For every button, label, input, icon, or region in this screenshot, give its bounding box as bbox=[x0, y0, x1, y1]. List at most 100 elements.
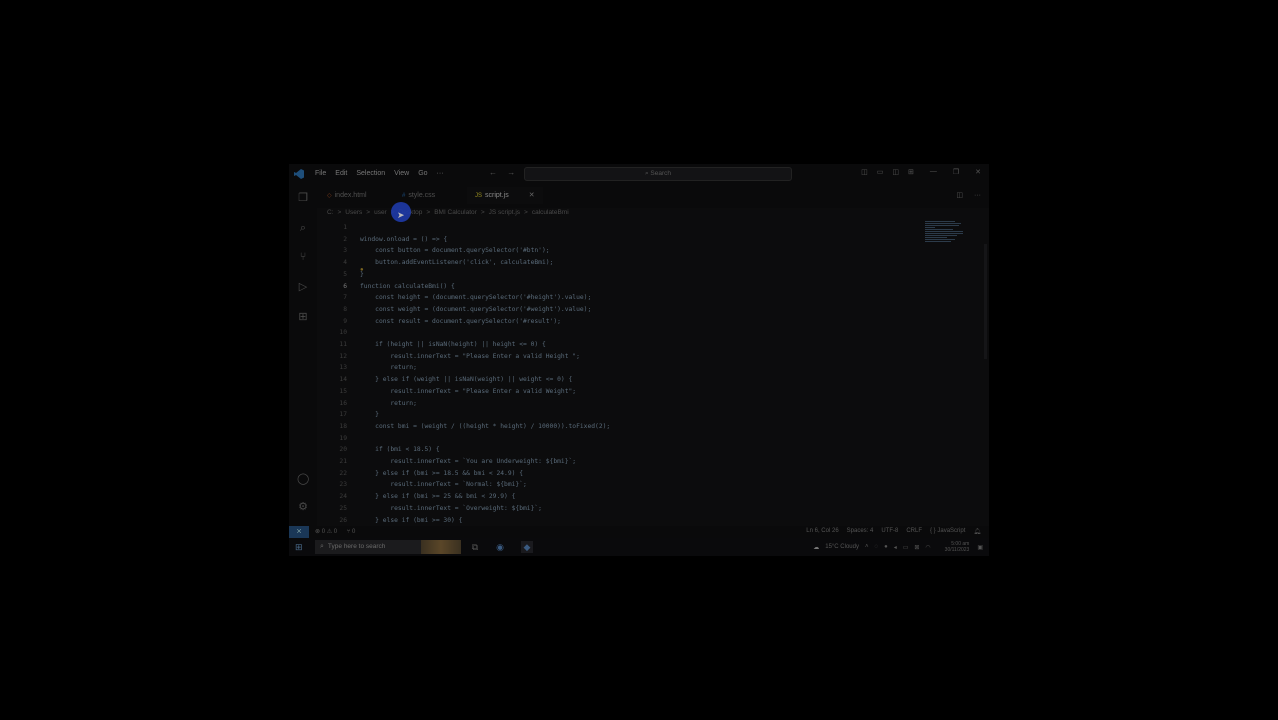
code-line[interactable]: 10 bbox=[317, 327, 937, 339]
restore-icon[interactable]: ❐ bbox=[953, 168, 959, 176]
code-line[interactable]: 21 result.innerText = `You are Underweig… bbox=[317, 456, 937, 468]
code-line[interactable]: 17 } bbox=[317, 409, 937, 421]
code-line[interactable]: 20 if (bmi < 18.5) { bbox=[317, 444, 937, 456]
tab-index-html[interactable]: ◇ index.html bbox=[327, 187, 367, 204]
windows-start-icon[interactable]: ⊞ bbox=[295, 542, 305, 552]
code-line[interactable]: 18 const bmi = (weight / ((height * heig… bbox=[317, 421, 937, 433]
close-icon[interactable]: ✕ bbox=[975, 168, 981, 176]
breadcrumb-item[interactable]: C: bbox=[327, 209, 334, 220]
back-arrow-icon[interactable]: ← bbox=[489, 168, 497, 177]
task-view-icon[interactable]: ⧉ bbox=[469, 541, 481, 553]
notifications-bell-icon[interactable]: 🔔︎ bbox=[973, 528, 981, 535]
run-debug-icon[interactable]: ▷ bbox=[297, 281, 309, 293]
command-search-box[interactable]: ⌕ Search bbox=[524, 167, 792, 181]
split-editor-icon[interactable]: ◫ bbox=[956, 192, 963, 199]
language-mode[interactable]: { } JavaScript bbox=[930, 528, 965, 535]
taskbar-search-placeholder: Type here to search bbox=[327, 543, 386, 550]
breadcrumb-item[interactable]: JS script.js bbox=[489, 209, 520, 220]
code-line[interactable]: 3 const button = document.querySelector(… bbox=[317, 245, 937, 257]
code-line[interactable]: 23 result.innerText = `Normal: ${bmi}`; bbox=[317, 479, 937, 491]
code-line[interactable]: 24 } else if (bmi >= 25 && bmi < 29.9) { bbox=[317, 491, 937, 503]
tab-style-css[interactable]: # style.css bbox=[402, 187, 435, 204]
weather-status[interactable]: 15°C Cloudy bbox=[825, 544, 859, 550]
search-icon: ⌕ bbox=[644, 170, 649, 177]
code-line[interactable]: 8 const weight = (document.querySelector… bbox=[317, 304, 937, 316]
tray-chevron-up-icon[interactable]: ˄ bbox=[865, 544, 869, 550]
minimap[interactable] bbox=[925, 221, 965, 251]
clock[interactable]: 5:00 am 30/11/2023 bbox=[939, 541, 970, 553]
battery-icon[interactable]: ▭ bbox=[903, 544, 909, 551]
code-line[interactable]: 11 if (height || isNaN(height) || height… bbox=[317, 339, 937, 351]
forward-arrow-icon[interactable]: → bbox=[507, 168, 515, 177]
customize-layout-icon[interactable]: ⊞ bbox=[908, 168, 914, 176]
menu-go[interactable]: Go bbox=[418, 170, 427, 177]
breadcrumb-item[interactable]: user bbox=[374, 209, 387, 220]
breadcrumb-item[interactable]: Users bbox=[345, 209, 362, 220]
clock-date: 30/11/2023 bbox=[944, 547, 970, 553]
code-line[interactable]: 15 result.innerText = "Please Enter a va… bbox=[317, 386, 937, 398]
menu-file[interactable]: File bbox=[315, 170, 326, 177]
code-line[interactable]: 4 button.addEventListener('click', calcu… bbox=[317, 257, 937, 269]
close-tab-icon[interactable]: ✕ bbox=[529, 192, 535, 199]
network-icon[interactable]: ◌ bbox=[875, 544, 879, 550]
line-number: 2 bbox=[343, 235, 347, 243]
code-line[interactable]: 16 return; bbox=[317, 398, 937, 410]
code-line[interactable]: 26 } else if (bmi >= 30) { bbox=[317, 515, 937, 527]
editor-scrollbar[interactable] bbox=[984, 244, 987, 359]
breadcrumb-item[interactable]: BMI Calculator bbox=[434, 209, 477, 220]
edge-browser-icon[interactable]: ◉ bbox=[494, 541, 506, 553]
cursor-position[interactable]: Ln 6, Col 26 bbox=[806, 528, 838, 535]
menu-view[interactable]: View bbox=[394, 170, 409, 177]
explorer-icon[interactable]: ❐ bbox=[297, 192, 309, 204]
problems-status[interactable]: ⊗ 0 ⚠ 0 bbox=[315, 529, 337, 535]
code-line[interactable]: 25 result.innerText = `Overweight: ${bmi… bbox=[317, 503, 937, 515]
accounts-icon[interactable]: ◯ bbox=[297, 473, 309, 485]
menu-selection[interactable]: Selection bbox=[356, 170, 385, 177]
code-line[interactable]: 12 result.innerText = "Please Enter a va… bbox=[317, 351, 937, 363]
search-icon: ⌕ bbox=[320, 543, 324, 550]
code-line[interactable]: 13 return; bbox=[317, 362, 937, 374]
tab-script-js[interactable]: JS script.js ✕ bbox=[467, 187, 543, 204]
ports-status[interactable]: ⑂ 0 bbox=[347, 529, 356, 535]
search-icon[interactable]: ⌕ bbox=[297, 222, 309, 234]
toggle-panel-icon[interactable]: ▭ bbox=[877, 168, 884, 176]
code-line[interactable]: 1 bbox=[317, 222, 937, 234]
code-line[interactable]: 14 } else if (weight || isNaN(weight) ||… bbox=[317, 374, 937, 386]
taskbar-search-box[interactable]: ⌕ Type here to search bbox=[315, 540, 461, 554]
menu-edit[interactable]: Edit bbox=[335, 170, 347, 177]
code-line[interactable]: 9 const result = document.querySelector(… bbox=[317, 316, 937, 328]
toggle-primary-sidebar-icon[interactable]: ◫ bbox=[861, 168, 868, 176]
code-text: function calculateBmi() { bbox=[360, 282, 455, 290]
code-line[interactable]: 7 const height = (document.querySelector… bbox=[317, 292, 937, 304]
encoding-status[interactable]: UTF-8 bbox=[881, 528, 898, 535]
wifi-icon[interactable]: ◠ bbox=[925, 544, 930, 551]
speaker-icon[interactable]: ◂ bbox=[894, 544, 897, 551]
eol-status[interactable]: CRLF bbox=[906, 528, 922, 535]
notification-center-icon[interactable]: ▣ bbox=[977, 544, 983, 551]
more-actions-icon[interactable]: ··· bbox=[974, 192, 981, 199]
weather-cloud-icon[interactable]: ☁ bbox=[813, 544, 819, 551]
code-text: button.addEventListener('click', calcula… bbox=[360, 259, 554, 267]
toggle-secondary-sidebar-icon[interactable]: ◫ bbox=[892, 168, 899, 176]
extensions-icon[interactable]: ⊞ bbox=[297, 311, 309, 323]
code-line[interactable]: 2 window.onload = () => { bbox=[317, 234, 937, 246]
code-line[interactable]: 19 bbox=[317, 433, 937, 445]
source-control-icon[interactable]: ⑂ bbox=[297, 251, 309, 263]
minimize-icon[interactable]: — bbox=[930, 168, 937, 176]
gear-icon[interactable]: ⚙ bbox=[297, 501, 309, 513]
breadcrumb-separator: > bbox=[524, 209, 528, 216]
code-line[interactable]: 22 } else if (bmi >= 18.5 && bmi < 24.9)… bbox=[317, 468, 937, 480]
breadcrumb-item[interactable]: calculateBmi bbox=[532, 209, 569, 220]
status-bar: ⨯ ⊗ 0 ⚠ 0 ⑂ 0 Ln 6, Col 26 Spaces: 4 UTF… bbox=[289, 526, 989, 538]
line-number: 23 bbox=[339, 481, 347, 489]
indentation-status[interactable]: Spaces: 4 bbox=[847, 528, 874, 535]
code-line[interactable]: 5} bbox=[317, 269, 937, 281]
vscode-taskbar-icon[interactable]: ◆ bbox=[521, 541, 533, 553]
line-number: 10 bbox=[339, 329, 347, 337]
language-icon[interactable]: ⊠ bbox=[914, 544, 919, 551]
microphone-icon[interactable]: ● bbox=[884, 544, 888, 550]
remote-indicator-icon[interactable]: ⨯ bbox=[289, 526, 309, 538]
menu-more[interactable]: ··· bbox=[437, 170, 444, 177]
code-editor[interactable]: ● 1 2 window.onload = () => {3 const butto… bbox=[317, 221, 989, 526]
code-line[interactable]: 6 function calculateBmi() { bbox=[317, 281, 937, 293]
